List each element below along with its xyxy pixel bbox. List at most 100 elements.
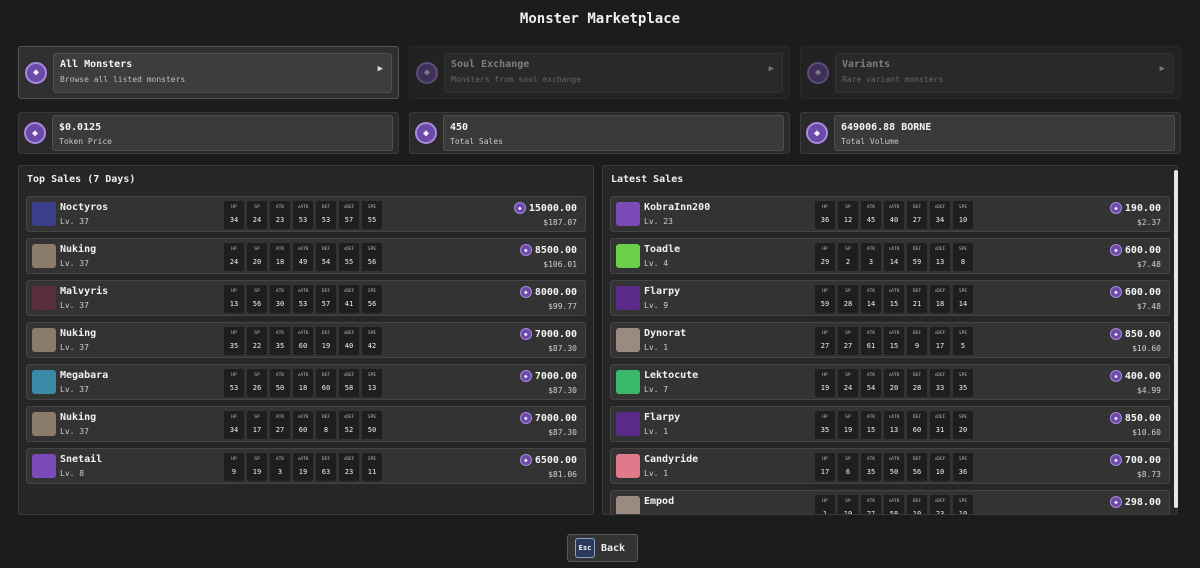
stat-box: SPE 42 bbox=[362, 327, 382, 355]
borne-coin-icon: ◆ bbox=[25, 61, 47, 84]
stat-name: sDEF bbox=[934, 205, 946, 210]
borne-coin-icon: ◆ bbox=[519, 328, 532, 340]
stat-total-sales: ◆ 450 Total Sales bbox=[409, 112, 790, 154]
sale-row[interactable]: KobraInn200 Lv. 23 HP 36 SP 12 ATK 45 sATK 40 DEF 2… bbox=[610, 196, 1170, 232]
stat-value: 31 bbox=[935, 426, 945, 434]
stat-box: sATK 50 bbox=[884, 453, 904, 481]
stat-value: 50 bbox=[275, 384, 285, 392]
stat-value: 19 bbox=[843, 510, 853, 514]
stat-box: SPE 35 bbox=[953, 369, 973, 397]
latest-sales-list[interactable]: KobraInn200 Lv. 23 HP 36 SP 12 ATK 45 sATK 40 DEF 2… bbox=[610, 196, 1170, 514]
stat-box: sATK 53 bbox=[293, 201, 313, 229]
monster-stats: HP 53 SP 26 ATK 50 sATK 18 DEF 60 sDEF 58 SPE 13 bbox=[224, 369, 382, 397]
stat-box: SP 19 bbox=[247, 453, 267, 481]
borne-coin-icon: ◆ bbox=[519, 244, 532, 256]
tab-soul-exchange[interactable]: ◆ Soul Exchange Monsters from soul excha… bbox=[409, 46, 790, 99]
sale-price: ◆ 6500.00 bbox=[519, 454, 577, 466]
sale-row[interactable]: Nuking Lv. 37 HP 34 SP 17 ATK 27 sATK 60 DEF 8 sDEF 5… bbox=[26, 406, 586, 442]
panel-title: Latest Sales bbox=[611, 174, 684, 185]
stat-box: DEF 8 bbox=[316, 411, 336, 439]
stat-box: HP 1 bbox=[815, 495, 835, 514]
stat-name: SP bbox=[845, 205, 851, 210]
sale-row[interactable]: Snetail Lv. 8 HP 9 SP 19 ATK 3 sATK 19 DEF 63 sDEF 23… bbox=[26, 448, 586, 484]
stat-value: 3 bbox=[277, 468, 283, 476]
sale-row[interactable]: Nuking Lv. 37 HP 24 SP 20 ATK 18 sATK 49 DEF 54 sDEF… bbox=[26, 238, 586, 274]
stat-box: sDEF 10 bbox=[930, 453, 950, 481]
sale-price: ◆ 8000.00 bbox=[519, 286, 577, 298]
top-sales-list[interactable]: Noctyros Lv. 37 HP 34 SP 24 ATK 23 sATK 53 DEF 53 sD… bbox=[26, 196, 586, 514]
sale-row[interactable]: Malvyris Lv. 37 HP 13 SP 56 ATK 30 sATK 53 DEF 57 sD… bbox=[26, 280, 586, 316]
stat-name: ATK bbox=[275, 331, 285, 336]
borne-coin-icon: ◆ bbox=[1109, 454, 1122, 466]
sale-row[interactable]: Toadle Lv. 4 HP 29 SP 2 ATK 3 sATK 14 DEF 59 sDEF 13 S… bbox=[610, 238, 1170, 274]
stat-name: HP bbox=[231, 205, 237, 210]
latest-sales-panel: Latest Sales KobraInn200 Lv. 23 HP 36 SP 12 AT… bbox=[602, 165, 1178, 515]
stat-name: ATK bbox=[866, 247, 876, 252]
stat-name: HP bbox=[231, 373, 237, 378]
stat-value: 27 bbox=[912, 216, 922, 224]
stat-total-volume: ◆ 649006.88 BORNE Total Volume bbox=[800, 112, 1181, 154]
sale-row[interactable]: Noctyros Lv. 37 HP 34 SP 24 ATK 23 sATK 53 DEF 53 sD… bbox=[26, 196, 586, 232]
sale-row[interactable]: Megabara Lv. 37 HP 53 SP 26 ATK 50 sATK 18 DEF 60 sD… bbox=[26, 364, 586, 400]
stat-value: 58 bbox=[889, 510, 899, 514]
stat-value: 27 bbox=[820, 342, 830, 350]
sale-price: ◆ 7000.00 bbox=[519, 328, 577, 340]
stat-name: SP bbox=[254, 415, 260, 420]
back-label: Back bbox=[601, 542, 626, 554]
stat-value: 6 bbox=[845, 468, 851, 476]
stat-box: sATK 60 bbox=[293, 327, 313, 355]
stat-box: ATK 3 bbox=[270, 453, 290, 481]
stat-name: ATK bbox=[866, 415, 876, 420]
sale-row[interactable]: Dynorat Lv. 1 HP 27 SP 27 ATK 61 sATK 15 DEF 9 sDEF 1… bbox=[610, 322, 1170, 358]
stat-box: HP 24 bbox=[224, 243, 244, 271]
stat-value: 57 bbox=[344, 216, 354, 224]
sale-row[interactable]: Empod HP 1 SP 19 ATK 27 sATK 58 DEF 10 sDEF 23 SPE 10 ◆… bbox=[610, 490, 1170, 514]
sale-row[interactable]: Candyride Lv. 1 HP 17 SP 6 ATK 35 sATK 50 DEF 56 sDE… bbox=[610, 448, 1170, 484]
stat-value: 10 bbox=[935, 468, 945, 476]
stat-value: 13 bbox=[229, 300, 239, 308]
monster-level: Lv. 37 bbox=[60, 343, 89, 352]
stat-value: 35 bbox=[275, 342, 285, 350]
stat-name: HP bbox=[822, 289, 828, 294]
stat-box: sDEF 23 bbox=[339, 453, 359, 481]
monster-name: Malvyris bbox=[60, 286, 109, 297]
stat-box: SP 17 bbox=[247, 411, 267, 439]
filter-tabs: ◆ All Monsters Browse all listed monster… bbox=[18, 46, 1181, 99]
stat-value: 10 bbox=[912, 510, 922, 514]
stat-box: sDEF 58 bbox=[339, 369, 359, 397]
borne-coin-icon: ◆ bbox=[513, 202, 526, 214]
tab-all-monsters[interactable]: ◆ All Monsters Browse all listed monster… bbox=[18, 46, 399, 99]
stat-box: SPE 20 bbox=[953, 411, 973, 439]
monster-name: Nuking bbox=[60, 244, 97, 255]
stat-box: sATK 19 bbox=[293, 453, 313, 481]
monster-name: Empod bbox=[644, 496, 675, 507]
sale-usd: $99.77 bbox=[548, 302, 577, 311]
sale-row[interactable]: Lektocute Lv. 7 HP 19 SP 24 ATK 54 sATK 20 DEF 28 sD… bbox=[610, 364, 1170, 400]
tab-variants[interactable]: ◆ Variants Rare variant monsters ▶ bbox=[800, 46, 1181, 99]
stat-name: DEF bbox=[912, 373, 922, 378]
back-button[interactable]: Esc Back bbox=[567, 534, 638, 562]
stat-value: 45 bbox=[866, 216, 876, 224]
stat-value: 53 bbox=[298, 216, 308, 224]
panel-title: Top Sales (7 Days) bbox=[27, 174, 136, 185]
stat-value: 9 bbox=[914, 342, 920, 350]
stat-name: DEF bbox=[321, 289, 331, 294]
borne-coin-icon: ◆ bbox=[24, 122, 46, 144]
borne-coin-icon: ◆ bbox=[807, 61, 829, 84]
sale-price: ◆ 15000.00 bbox=[513, 202, 577, 214]
sale-row[interactable]: Flarpy Lv. 9 HP 59 SP 28 ATK 14 sATK 15 DEF 21 sDEF 1… bbox=[610, 280, 1170, 316]
stat-value: 36 bbox=[820, 216, 830, 224]
stat-value: 53 bbox=[321, 216, 331, 224]
stat-name: ATK bbox=[866, 289, 876, 294]
stat-box: SP 12 bbox=[838, 201, 858, 229]
stat-name: ATK bbox=[866, 205, 876, 210]
stat-value: 42 bbox=[367, 342, 377, 350]
stat-value: 2 bbox=[845, 258, 851, 266]
sale-row[interactable]: Nuking Lv. 37 HP 35 SP 22 ATK 35 sATK 60 DEF 19 sDEF… bbox=[26, 322, 586, 358]
stat-box: SPE 56 bbox=[362, 243, 382, 271]
stat-name: ATK bbox=[275, 373, 285, 378]
monster-level: Lv. 23 bbox=[644, 217, 673, 226]
stat-box: SP 19 bbox=[838, 495, 858, 514]
scrollbar[interactable] bbox=[1174, 170, 1178, 508]
sale-row[interactable]: Flarpy Lv. 1 HP 35 SP 19 ATK 15 sATK 13 DEF 60 sDEF 3… bbox=[610, 406, 1170, 442]
